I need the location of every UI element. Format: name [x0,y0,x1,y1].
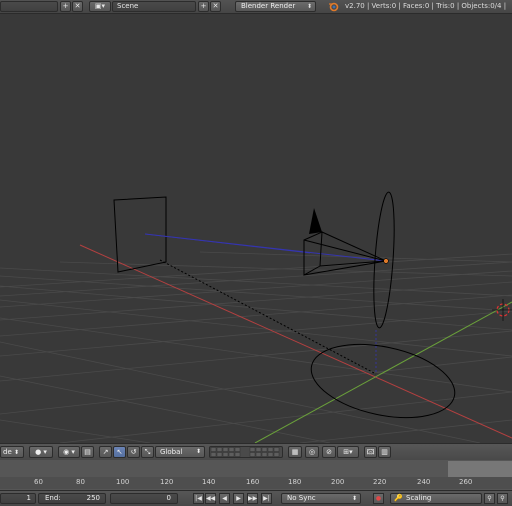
keying-set-label: Scaling [406,494,432,502]
timeline-range-strip [448,461,512,477]
layer-grid-icon [210,447,280,457]
viewport-shading-button[interactable]: ● ▾ [29,446,53,458]
layer-buttons[interactable] [209,446,283,458]
end-frame-field[interactable]: End: 250 [38,493,106,504]
next-keyframe-icon[interactable]: ▶▶ [247,493,258,504]
ruler-tick: 180 [288,478,302,486]
ruler-tick: 60 [34,478,43,486]
manipulator-toggle-icon[interactable]: ↗ [99,446,112,458]
opengl-render-icon[interactable]: ▥ [378,446,391,458]
jump-start-icon[interactable]: |◀ [193,493,204,504]
ruler-tick: 260 [459,478,473,486]
translate-manipulator-icon[interactable]: ↖ [113,446,126,458]
chevron-updown-icon: ⬍ [195,448,201,455]
insert-keyframe-icon[interactable]: ⚲ [484,493,495,504]
delete-keyframe-icon[interactable]: ⚲ [497,493,508,504]
remove-scene-button[interactable]: ✕ [210,1,221,12]
add-layout-button[interactable]: + [60,1,71,12]
ruler-tick: 100 [116,478,130,486]
render-engine-label: Blender Render [241,2,296,10]
lamp-origin-dot[interactable] [383,258,389,264]
remove-layout-button[interactable]: ✕ [72,1,83,12]
render-preview-icon[interactable]: 🖾 [364,446,377,458]
floor-grid [0,251,512,443]
end-frame-value: 250 [86,494,100,502]
sync-mode-label: No Sync [287,494,316,502]
plane-object[interactable] [113,196,167,273]
3d-view-header: de ⬍ ● ▾ ◉ ▾ ▤ ↗ ↖ ↺ ⤡ Global ⬍ ▦ ◎ ⊘ ⊞▾… [0,443,512,461]
3d-viewport[interactable] [0,14,512,443]
viewport-scene [0,191,512,443]
timeline-header: 1 End: 250 0 |◀ ◀◀ ◀ ▶ ▶▶ ▶| No Sync ⬍ ●… [0,490,512,506]
render-engine-dropdown[interactable]: Blender Render ⬍ [235,1,316,12]
ruler-tick: 240 [417,478,431,486]
current-frame-field[interactable]: 0 [110,493,178,504]
sync-mode-dropdown[interactable]: No Sync ⬍ [281,493,361,504]
chevron-updown-icon: ⬍ [306,3,312,10]
selection-icon[interactable]: ▤ [81,446,94,458]
screen-layout-field[interactable] [0,1,58,12]
3d-cursor-icon[interactable] [492,299,512,321]
keying-set-field[interactable]: 🔑 Scaling [390,493,482,504]
start-frame-field[interactable]: 1 [0,493,36,504]
play-icon[interactable]: ▶ [233,493,244,504]
end-frame-label: End: [45,494,61,502]
snap-toggle-icon[interactable]: ⊘ [322,446,336,458]
scene-name-field[interactable]: Scene [112,1,196,12]
transform-orientation-dropdown[interactable]: Global ⬍ [155,446,205,458]
snap-element-icon[interactable]: ⊞▾ [337,446,359,458]
play-reverse-icon[interactable]: ◀ [219,493,230,504]
transform-orientation-label: Global [160,448,183,456]
view-menu-label: de [3,448,12,456]
info-header: + ✕ ▣▾ Scene + ✕ Blender Render ⬍ v2.70 … [0,0,512,14]
pivot-point-button[interactable]: ◉ ▾ [58,446,80,458]
view-menu-button[interactable]: de ⬍ [0,446,24,458]
ruler-tick: 160 [246,478,260,486]
tracking-line-2 [144,233,311,254]
add-scene-button[interactable]: + [198,1,209,12]
keying-set-icon: 🔑 [394,494,403,502]
ruler-tick: 220 [373,478,387,486]
proportional-edit-icon[interactable]: ◎ [305,446,319,458]
ruler-tick: 200 [331,478,345,486]
jump-end-icon[interactable]: ▶| [261,493,272,504]
ruler-tick: 140 [202,478,216,486]
chevron-updown-icon: ⬍ [351,495,357,502]
ruler-tick: 80 [76,478,85,486]
frame-ruler[interactable]: 60 80 100 120 140 160 180 200 220 240 26… [0,477,512,489]
lock-layers-icon[interactable]: ▦ [288,446,302,458]
rotate-manipulator-icon[interactable]: ↺ [127,446,140,458]
ruler-tick: 120 [160,478,174,486]
scene-browse-icon[interactable]: ▣▾ [89,1,111,12]
blender-logo-icon [329,2,339,12]
camera-up-triangle [309,208,322,234]
scene-statistics: v2.70 | Verts:0 | Faces:0 | Tris:0 | Obj… [345,2,507,10]
scale-manipulator-icon[interactable]: ⤡ [141,446,154,458]
record-keyframe-icon[interactable]: ● [373,493,384,504]
previous-keyframe-icon[interactable]: ◀◀ [205,493,216,504]
